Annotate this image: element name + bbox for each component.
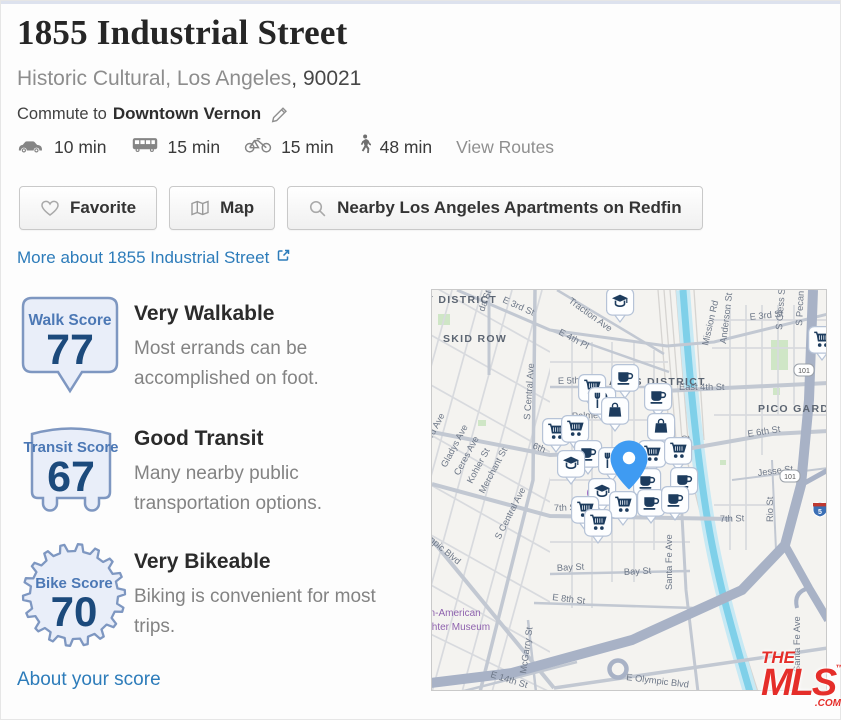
nearby-apartments-label: Nearby Los Angeles Apartments on Redfin	[337, 198, 681, 218]
action-buttons-row: Favorite Map Nearby Los Angeles Apartmen…	[19, 186, 703, 230]
the-mls-logo: THE MLS™ .COM	[761, 649, 841, 709]
favorite-button-label: Favorite	[70, 198, 136, 218]
walk-time-label: 48 min	[380, 137, 433, 158]
map-label: East 4th St	[679, 382, 725, 392]
bus-time-label: 15 min	[168, 137, 221, 158]
car-icon	[17, 136, 45, 158]
external-link-icon	[276, 248, 291, 268]
map-label: African-American	[432, 608, 481, 619]
commute-line: Commute to Downtown Vernon	[17, 104, 289, 124]
folded-map-icon	[190, 199, 210, 217]
svg-text:101: 101	[798, 368, 810, 375]
walk-score-badge: Walk Score 77	[19, 294, 123, 396]
bus-time: 15 min	[131, 136, 221, 158]
map-button-label: Map	[220, 198, 254, 218]
bus-icon	[131, 136, 159, 158]
heart-icon	[40, 199, 60, 217]
bike-score-badge: Bike Score 70	[19, 542, 129, 648]
pedestrian-icon	[358, 134, 371, 160]
about-your-score-link[interactable]: About your score	[17, 669, 161, 691]
map-label: 7th St	[720, 513, 745, 524]
bike-score-description: Biking is convenient for most trips.	[134, 582, 394, 642]
view-routes-link[interactable]: View Routes	[456, 137, 554, 158]
search-icon	[308, 199, 327, 218]
map-label: PICO GARDENS	[758, 403, 827, 415]
map-background	[432, 290, 827, 691]
page-title: 1855 Industrial Street	[17, 13, 347, 53]
map-label: Rio St	[765, 496, 775, 522]
address-subtitle: Historic Cultural, Los Angeles, 90021	[17, 67, 361, 91]
trademark-symbol: ™	[835, 663, 841, 673]
transit-score-description: Many nearby public transportation option…	[134, 459, 394, 519]
walkscore-map[interactable]: Y DISTRICTSKID ROWARTS DISTRICTPICO GARD…	[431, 289, 827, 691]
bike-time-label: 15 min	[281, 137, 334, 158]
map-label: Firefighter Museum	[432, 622, 490, 633]
map-label: Bay St	[624, 566, 652, 577]
commute-destination: Downtown Vernon	[113, 104, 261, 124]
map-label: Santa Fe Ave	[664, 534, 674, 590]
drive-time-label: 10 min	[54, 137, 107, 158]
walk-score-description: Most errands can be accomplished on foot…	[134, 334, 394, 394]
favorite-button[interactable]: Favorite	[19, 186, 157, 230]
bike-time: 15 min	[244, 136, 334, 158]
bicycle-icon	[244, 136, 272, 158]
map-label: Bay St	[557, 562, 585, 573]
map-canvas: Y DISTRICTSKID ROWARTS DISTRICTPICO GARD…	[432, 290, 827, 691]
transit-score-text: Good Transit Many nearby public transpor…	[134, 427, 394, 519]
interstate-5-shield: 5	[813, 502, 827, 517]
edit-pencil-icon[interactable]	[270, 105, 289, 124]
top-accent-bar	[1, 1, 840, 4]
neighborhood-city: Historic Cultural, Los Angeles	[17, 67, 291, 90]
transit-score-value: 67	[47, 453, 95, 501]
walk-score-value: 77	[46, 326, 94, 374]
more-about-link-label: More about 1855 Industrial Street	[17, 248, 269, 268]
map-label: SKID ROW	[443, 333, 507, 345]
commute-times-row: 10 min 15 min 15 min 48 min View Routes	[17, 134, 554, 160]
svg-text:5: 5	[818, 509, 822, 516]
transit-score-heading: Good Transit	[134, 427, 394, 451]
route-101-shield: 101	[794, 364, 814, 376]
bike-score-text: Very Bikeable Biking is convenient for m…	[134, 550, 394, 642]
nearby-apartments-button[interactable]: Nearby Los Angeles Apartments on Redfin	[287, 186, 702, 230]
drive-time: 10 min	[17, 136, 107, 158]
transit-score-badge: Transit Score 67	[19, 419, 123, 521]
commute-prefix: Commute to	[17, 105, 107, 124]
map-button[interactable]: Map	[169, 186, 275, 230]
walk-time: 48 min	[358, 134, 433, 160]
walk-score-heading: Very Walkable	[134, 302, 394, 326]
mls-logo-mls: MLS™	[761, 664, 841, 702]
route-101-shield: 101	[780, 470, 800, 482]
zip-code: , 90021	[291, 67, 361, 90]
more-about-link[interactable]: More about 1855 Industrial Street	[17, 248, 291, 268]
bike-score-value: 70	[51, 588, 98, 635]
bike-score-heading: Very Bikeable	[134, 550, 394, 574]
svg-text:101: 101	[784, 474, 796, 481]
walk-score-text: Very Walkable Most errands can be accomp…	[134, 302, 394, 394]
